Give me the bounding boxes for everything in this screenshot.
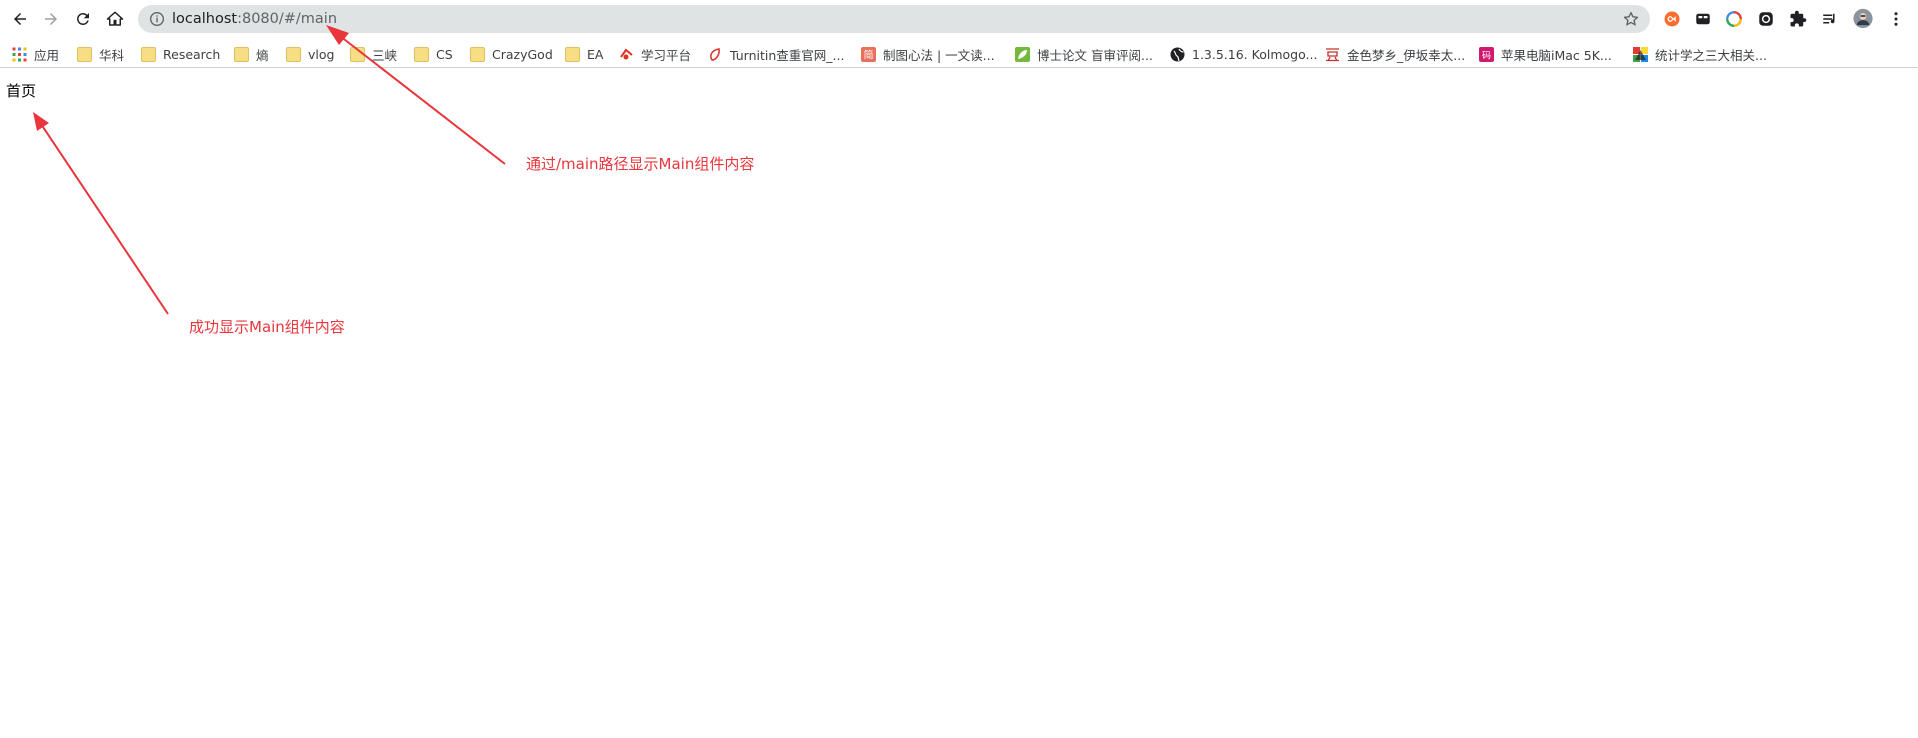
bookmark-label: 华科 <box>99 47 125 63</box>
svg-text:简: 简 <box>864 48 874 61</box>
bookmark-label: EA <box>587 46 604 62</box>
content-annotation-arrow <box>33 112 169 315</box>
info-icon[interactable] <box>149 11 165 27</box>
bookmark-study-platform[interactable]: 学习平台 <box>619 44 691 64</box>
bookmark-kolmogorov[interactable]: 1.3.5.16. Kolmogo... <box>1170 44 1317 64</box>
url-path: :8080/#/main <box>237 11 338 27</box>
home-icon <box>106 11 124 26</box>
puzzle-icon[interactable] <box>1788 9 1808 29</box>
bookmark-folder[interactable]: CS <box>414 44 453 64</box>
url-text[interactable]: localhost:8080/#/main <box>172 10 337 28</box>
back-button[interactable] <box>5 4 35 34</box>
bookmark-label: 博士论文 盲审评阅... <box>1037 47 1153 63</box>
url-host: localhost <box>172 11 238 27</box>
zhihu-pink-icon: 码 <box>1479 46 1494 62</box>
reload-icon <box>77 12 89 25</box>
reload-button[interactable] <box>68 4 98 34</box>
bookmark-label: 苹果电脑iMac 5K... <box>1501 47 1612 63</box>
folder-icon <box>350 46 365 62</box>
browser-toolbar: localhost:8080/#/main <box>0 0 1918 38</box>
jianshu-icon: 简 <box>861 46 876 62</box>
address-bar[interactable]: localhost:8080/#/main <box>138 5 1650 33</box>
arrow-left-icon <box>14 13 26 25</box>
folder-icon <box>414 46 429 62</box>
study-platform-icon <box>619 47 634 62</box>
bookmark-label: 统计学之三大相关... <box>1655 47 1767 63</box>
bookmark-folder[interactable]: 三峡 <box>350 44 397 64</box>
bookmark-label: CS <box>436 46 453 62</box>
bookmark-label: 三峡 <box>372 47 398 63</box>
content-annotation-note: 成功显示Main组件内容 <box>189 318 345 336</box>
colorful-blocks-icon <box>1633 46 1648 62</box>
bookmark-imac[interactable]: 码 苹果电脑iMac 5K... <box>1479 44 1612 64</box>
bookmark-douban[interactable]: 金色梦乡_伊坂幸太... <box>1325 44 1465 64</box>
bookmark-apps[interactable]: 应用 <box>12 44 59 64</box>
bookmark-label: 学习平台 <box>641 47 692 63</box>
folder-icon <box>141 46 156 62</box>
bookmark-folder[interactable]: EA <box>565 44 603 64</box>
bookmark-statistics[interactable]: 统计学之三大相关... <box>1633 44 1767 64</box>
globe-icon <box>1170 47 1185 62</box>
home-button[interactable] <box>100 4 130 34</box>
leaf-icon <box>1015 46 1030 62</box>
forward-button[interactable] <box>36 4 66 34</box>
svg-text:码: 码 <box>1482 50 1491 61</box>
bookmark-folder[interactable]: 华科 <box>77 44 124 64</box>
url-annotation-note: 通过/main路径显示Main组件内容 <box>526 155 755 173</box>
bookmark-label: CrazyGod <box>492 46 553 62</box>
reading-list-icon[interactable] <box>1820 9 1840 29</box>
bookmark-folder[interactable]: vlog <box>286 44 334 64</box>
bookmark-folder[interactable]: 熵 <box>234 44 269 64</box>
douban-icon <box>1325 47 1340 62</box>
bookmark-label: vlog <box>308 46 335 62</box>
folder-icon <box>234 46 249 62</box>
page-heading: 首页 <box>6 82 37 100</box>
bookmark-label: 应用 <box>34 47 60 63</box>
apps-grid-icon <box>12 47 27 62</box>
bookmark-label: Research <box>163 46 221 62</box>
annotation-arrows <box>33 25 506 315</box>
bookmark-jianshu[interactable]: 简 制图心法 | 一文读... <box>861 44 995 64</box>
bookmark-label: 金色梦乡_伊坂幸太... <box>1347 47 1466 63</box>
menu-dots-icon[interactable] <box>1886 9 1906 29</box>
bookmark-label: 制图心法 | 一文读... <box>883 47 995 63</box>
folder-icon <box>565 46 580 62</box>
bookmark-turnitin[interactable]: Turnitin查重官网_... <box>708 44 844 64</box>
infinity-extension-icon[interactable] <box>1662 9 1682 29</box>
star-icon[interactable] <box>1622 10 1640 28</box>
folder-icon <box>286 46 301 62</box>
bookmarks-bar: 应用 华科 Research 熵 vlog 三峡 CS CrazyGod EA … <box>0 38 1918 68</box>
bookmark-folder[interactable]: CrazyGod <box>470 44 553 64</box>
bookmark-folder[interactable]: Research <box>141 44 220 64</box>
camera-extension-icon[interactable] <box>1756 9 1776 29</box>
color-picker-extension-icon[interactable] <box>1724 9 1744 29</box>
folder-icon <box>470 46 485 62</box>
bookmark-label: Turnitin查重官网_... <box>730 47 845 63</box>
turnitin-icon <box>708 47 723 62</box>
tab-manager-extension-icon[interactable] <box>1693 9 1713 29</box>
bookmark-label: 1.3.5.16. Kolmogo... <box>1192 46 1318 62</box>
bookmark-thesis-review[interactable]: 博士论文 盲审评阅... <box>1015 44 1153 64</box>
arrow-right-icon <box>45 13 57 25</box>
profile-avatar-icon[interactable] <box>1853 8 1873 28</box>
folder-icon <box>77 46 92 62</box>
bookmark-label: 熵 <box>256 47 269 63</box>
